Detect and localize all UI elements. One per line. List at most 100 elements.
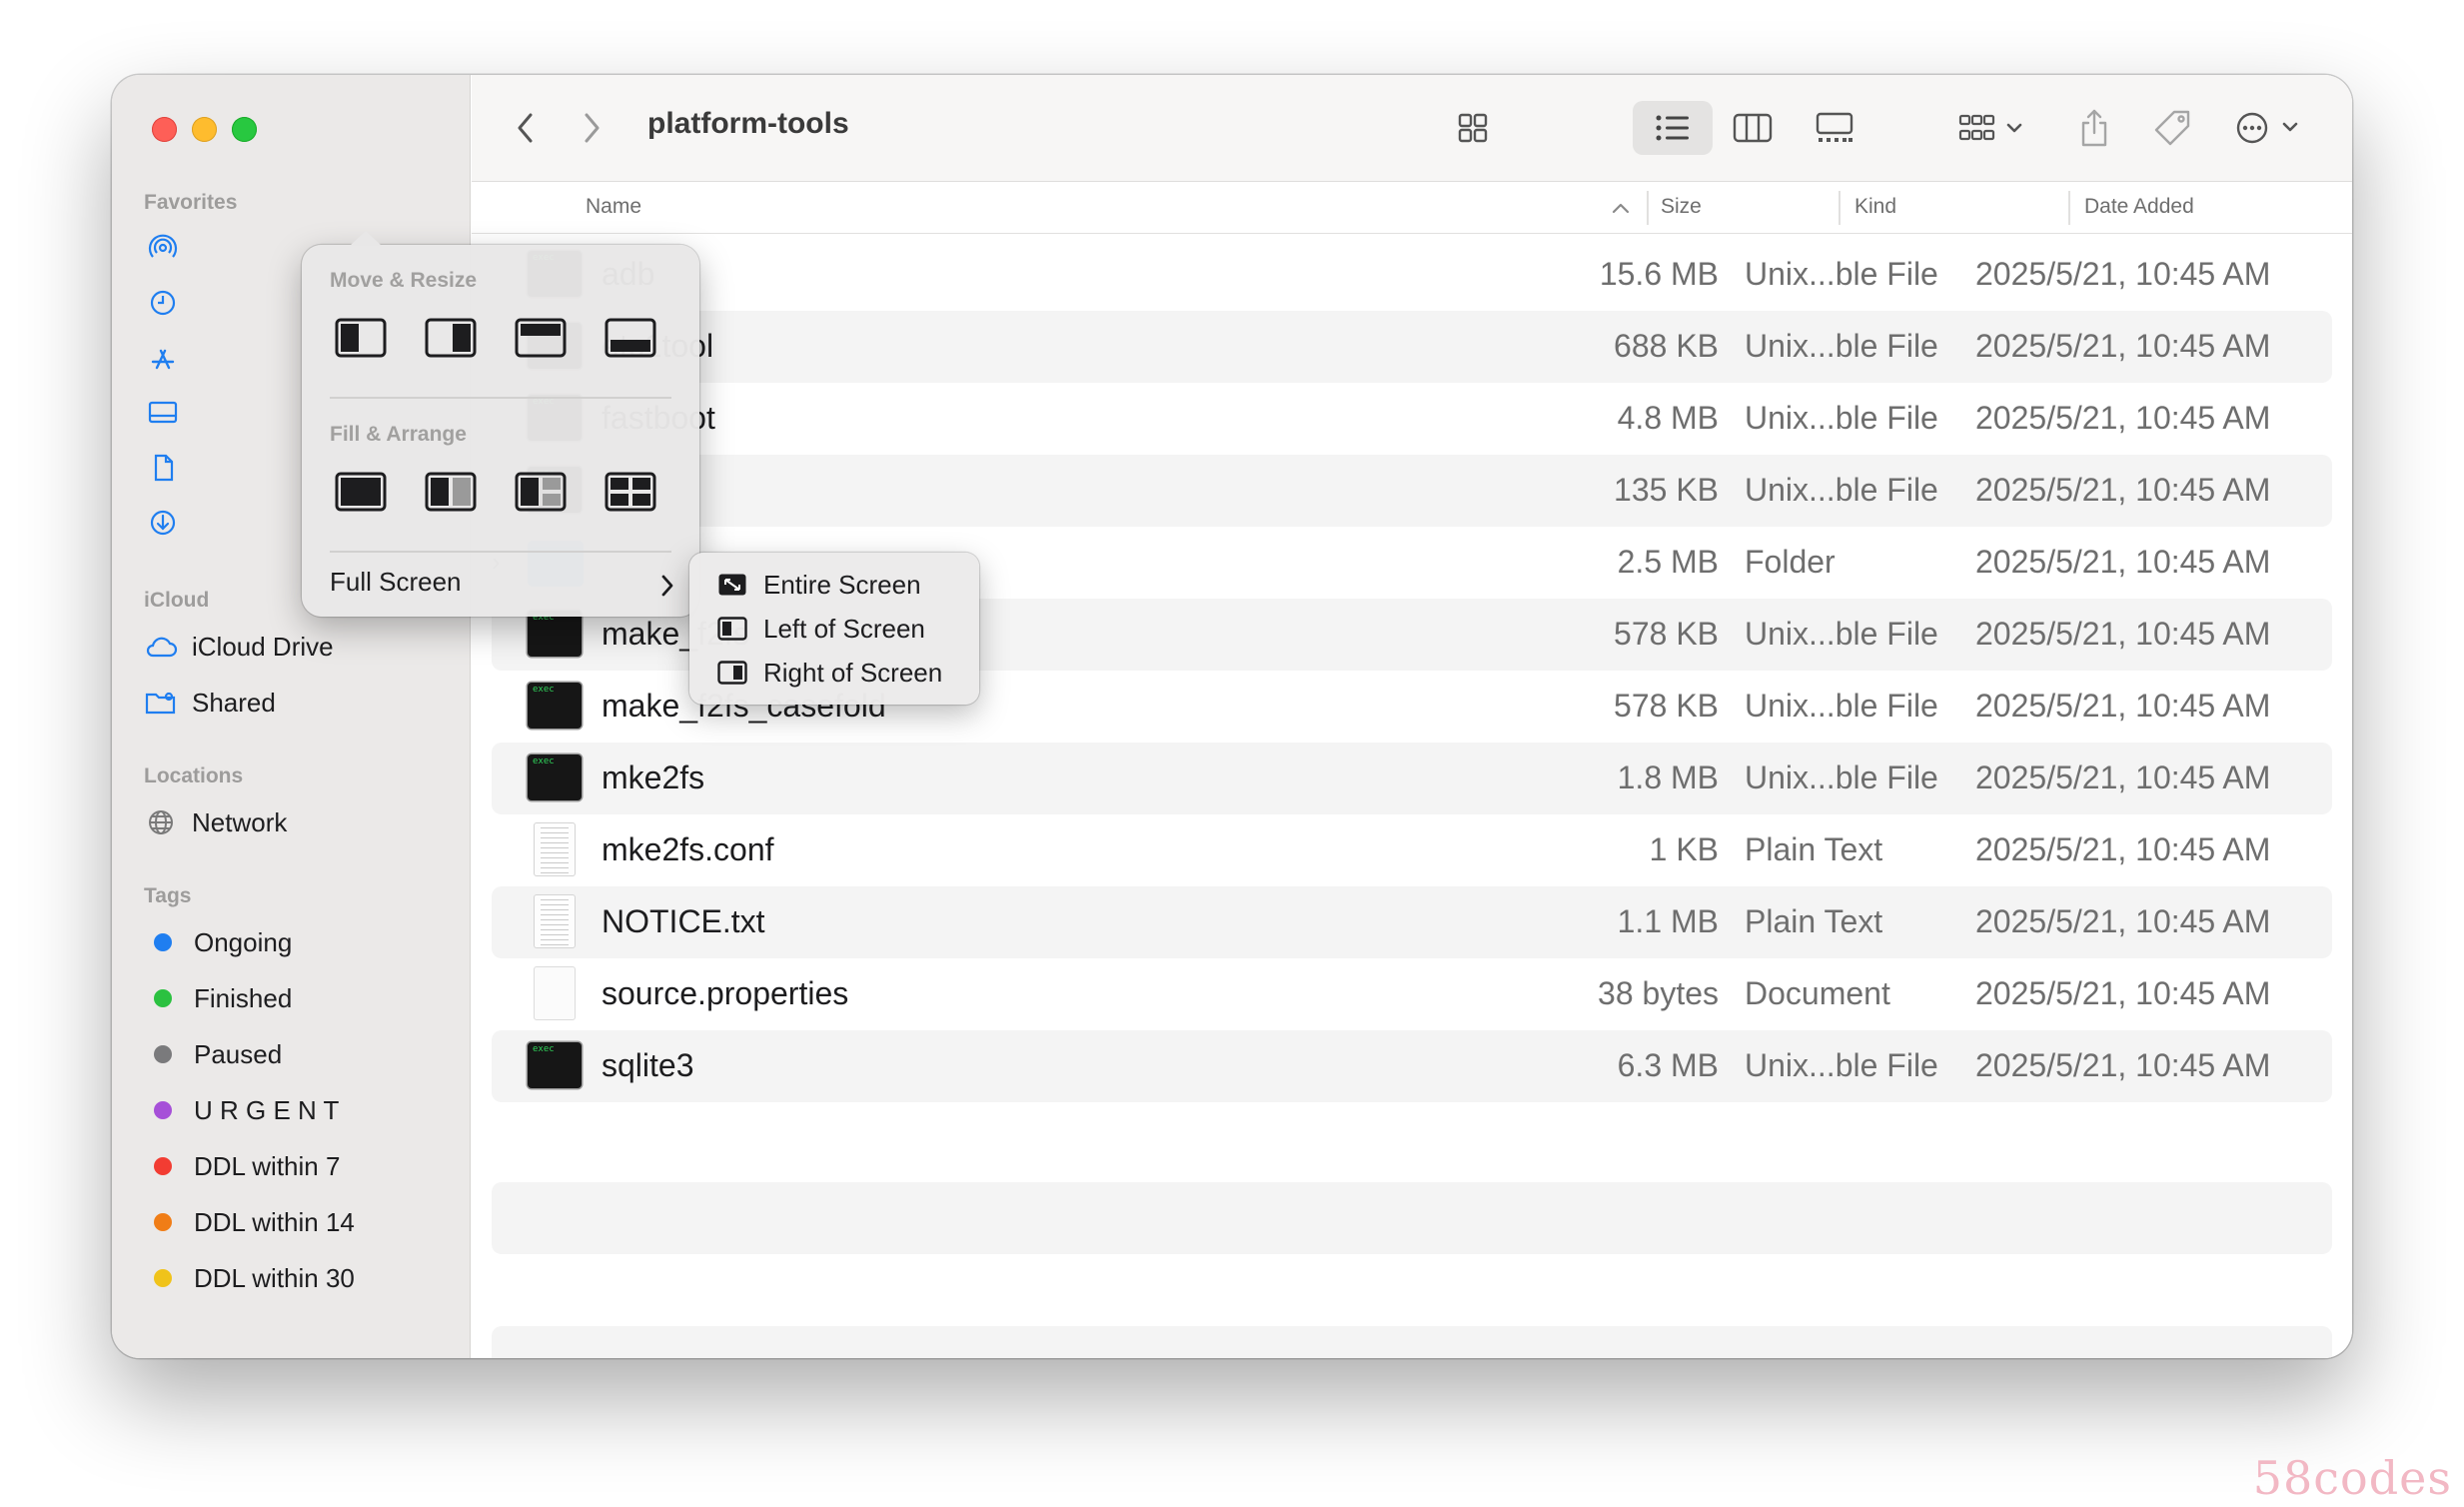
sidebar-tag-finished[interactable]: Finished — [144, 978, 292, 1018]
exec-file-icon — [528, 751, 582, 804]
group-button[interactable] — [1946, 101, 2036, 155]
file-date: 2025/5/21, 10:45 AM — [1975, 688, 2271, 724]
arrange-quarters-icon[interactable] — [602, 469, 659, 515]
file-size: 38 bytes — [1598, 975, 1719, 1011]
sidebar-item-shared[interactable]: Shared — [144, 683, 276, 723]
table-row[interactable]: fastboot 4.8 MB Unix...ble File 2025/5/2… — [492, 383, 2332, 455]
menu-item-left-of-screen[interactable]: Left of Screen — [717, 607, 925, 651]
column-name[interactable]: Name — [586, 195, 641, 219]
table-row[interactable]: etc1tool 688 KB Unix...ble File 2025/5/2… — [492, 311, 2332, 383]
tag-color-dot — [154, 989, 172, 1007]
menu-item-full-screen[interactable]: Full Screen — [330, 567, 462, 598]
more-actions-button[interactable] — [2226, 101, 2316, 155]
table-row[interactable]: sqlite3 6.3 MB Unix...ble File 2025/5/21… — [492, 1030, 2332, 1102]
tile-bottom-half-icon[interactable] — [602, 315, 659, 361]
fill-screen-icon[interactable] — [332, 469, 390, 515]
file-kind: Unix...ble File — [1745, 616, 1938, 652]
shared-folder-icon — [144, 686, 178, 720]
menu-item-entire-screen[interactable]: Entire Screen — [717, 563, 921, 607]
entire-screen-icon — [717, 573, 747, 597]
column-divider[interactable] — [1647, 191, 1649, 225]
document-icon — [528, 966, 582, 1020]
table-row[interactable]: mke2fs 1.8 MB Unix...ble File 2025/5/21,… — [492, 743, 2332, 814]
recents-icon[interactable] — [146, 286, 180, 320]
column-divider[interactable] — [2068, 191, 2070, 225]
icon-view-button[interactable] — [1437, 101, 1509, 155]
file-size: 15.6 MB — [1599, 256, 1719, 292]
sidebar-section-tags: Tags — [144, 884, 192, 907]
column-divider[interactable] — [1839, 191, 1841, 225]
zoom-button[interactable] — [232, 117, 257, 142]
forward-button[interactable] — [572, 101, 612, 155]
back-button[interactable] — [506, 101, 546, 155]
share-button[interactable] — [2066, 101, 2122, 155]
arrange-left-quarters-icon[interactable] — [512, 469, 570, 515]
column-view-icon — [1733, 113, 1773, 143]
file-name: sqlite3 — [602, 1047, 694, 1083]
sidebar-item-label: Network — [192, 806, 288, 837]
window-title: platform-tools — [647, 107, 849, 140]
file-date: 2025/5/21, 10:45 AM — [1975, 400, 2271, 436]
right-of-screen-icon — [717, 661, 747, 685]
file-size: 4.8 MB — [1617, 400, 1719, 436]
sidebar-tag-ddl-7[interactable]: DDL within 7 — [144, 1146, 340, 1186]
sidebar-tag-paused[interactable]: Paused — [144, 1034, 282, 1074]
file-kind: Folder — [1745, 544, 1836, 580]
column-date-added[interactable]: Date Added — [2084, 195, 2194, 219]
tag-label: DDL within 14 — [194, 1206, 355, 1237]
column-view-button[interactable] — [1515, 101, 1587, 155]
minimize-button[interactable] — [192, 117, 217, 142]
sidebar-tag-ongoing[interactable]: Ongoing — [144, 922, 292, 962]
column-view-button-2[interactable] — [1717, 101, 1789, 155]
tag-icon — [2154, 110, 2190, 146]
menu-divider — [330, 551, 671, 553]
table-row[interactable]: adb 15.6 MB Unix...ble File 2025/5/21, 1… — [492, 239, 2332, 311]
file-kind: Unix...ble File — [1745, 256, 1938, 292]
column-kind[interactable]: Kind — [1854, 195, 1896, 219]
table-row[interactable]: 135 KB Unix...ble File 2025/5/21, 10:45 … — [492, 455, 2332, 527]
tile-right-half-icon[interactable] — [422, 315, 480, 361]
sidebar-tag-ddl-14[interactable]: DDL within 14 — [144, 1202, 355, 1242]
menu-item-right-of-screen[interactable]: Right of Screen — [717, 651, 942, 695]
file-kind: Plain Text — [1745, 903, 1883, 939]
tile-top-half-icon[interactable] — [512, 315, 570, 361]
menu-item-label: Left of Screen — [763, 613, 925, 644]
table-row[interactable]: NOTICE.txt 1.1 MB Plain Text 2025/5/21, … — [492, 886, 2332, 958]
file-kind: Unix...ble File — [1745, 328, 1938, 364]
sidebar-tag-urgent[interactable]: U R G E N T — [144, 1090, 339, 1130]
airdrop-icon[interactable] — [146, 231, 180, 265]
file-kind: Plain Text — [1745, 831, 1883, 867]
file-name: mke2fs.conf — [602, 831, 774, 867]
text-file-icon — [528, 822, 582, 876]
column-size[interactable]: Size — [1661, 195, 1702, 219]
documents-icon[interactable] — [146, 451, 180, 485]
file-date: 2025/5/21, 10:45 AM — [1975, 472, 2271, 508]
table-row[interactable]: source.properties 38 bytes Document 2025… — [492, 958, 2332, 1030]
file-date: 2025/5/21, 10:45 AM — [1975, 975, 2271, 1011]
tile-left-half-icon[interactable] — [332, 315, 390, 361]
close-button[interactable] — [152, 117, 177, 142]
gallery-view-button[interactable] — [1799, 101, 1870, 155]
list-view-button[interactable] — [1633, 101, 1713, 155]
desktop-icon[interactable] — [146, 396, 180, 430]
menu-section-move-resize: Move & Resize — [330, 269, 478, 292]
file-size: 578 KB — [1614, 688, 1719, 724]
arrange-left-right-icon[interactable] — [422, 469, 480, 515]
ellipsis-circle-icon — [2236, 112, 2298, 144]
file-date: 2025/5/21, 10:45 AM — [1975, 903, 2271, 939]
downloads-icon[interactable] — [146, 506, 180, 540]
file-size: 1.1 MB — [1617, 903, 1719, 939]
tag-button[interactable] — [2144, 101, 2200, 155]
finder-window: Favorites iCloud iCloud Drive Shared Loc… — [112, 75, 2352, 1358]
sidebar-tag-ddl-30[interactable]: DDL within 30 — [144, 1258, 355, 1298]
tag-color-dot — [154, 1157, 172, 1175]
chevron-right-icon — [661, 575, 673, 597]
sidebar-item-icloud-drive[interactable]: iCloud Drive — [144, 627, 334, 667]
table-row[interactable]: mke2fs.conf 1 KB Plain Text 2025/5/21, 1… — [492, 814, 2332, 886]
applications-icon[interactable] — [146, 341, 180, 375]
exec-file-icon — [528, 1038, 582, 1092]
sidebar-section-favorites: Favorites — [144, 191, 238, 214]
sidebar-item-network[interactable]: Network — [144, 802, 287, 842]
file-name: source.properties — [602, 975, 849, 1011]
file-date: 2025/5/21, 10:45 AM — [1975, 544, 2271, 580]
